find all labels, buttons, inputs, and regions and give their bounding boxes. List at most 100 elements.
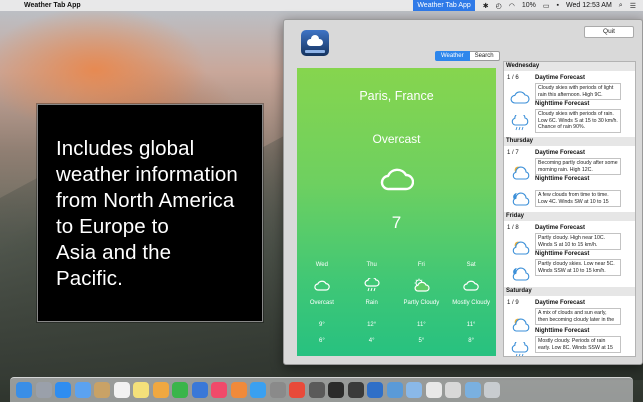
forecast-day: 1 / 9 Daytime Forecast A mix of clouds a… [504, 296, 635, 356]
daytime-title: Daytime Forecast [535, 300, 586, 306]
forecast-day: 1 / 6 Daytime Forecast Cloudy skies with… [504, 71, 635, 137]
forecast-day: 1 / 8 Daytime Forecast Partly cloudy. Hi… [504, 221, 635, 287]
folder-icon[interactable] [406, 382, 422, 398]
spotlight-icon[interactable]: ⌕ [619, 2, 623, 10]
cloud-icon [314, 280, 330, 291]
finder-icon[interactable] [16, 382, 32, 398]
weather-tab-icon[interactable] [367, 382, 383, 398]
day-high: 11° [466, 322, 476, 328]
nighttime-text: A few clouds from time to time. Low 4C. … [535, 190, 621, 208]
partly-cloudy-icon [512, 166, 530, 180]
keynote-icon[interactable] [191, 382, 208, 398]
battery-percent[interactable]: 10% [522, 2, 536, 9]
promo-banner: Includes global weather information from… [37, 104, 263, 322]
calendar-icon[interactable] [113, 382, 130, 398]
flag-icon[interactable]: ▪ [557, 2, 559, 9]
day-column: Thu Rain 12° 4° [347, 262, 397, 344]
weather-app-icon [301, 30, 329, 56]
mail-icon[interactable] [74, 382, 91, 398]
day-high: 9° [319, 322, 325, 328]
music-icon[interactable] [211, 382, 227, 398]
cloud-icon [463, 280, 479, 291]
forecast-date: 1 / 8 [507, 225, 519, 231]
forecast-day-header: Friday [504, 212, 635, 221]
notes-icon[interactable] [133, 382, 149, 398]
day-condition: Partly Cloudy [403, 300, 440, 306]
forecast-day: 1 / 7 Daytime Forecast Becoming partly c… [504, 146, 635, 212]
nighttime-title: Nighttime Forecast [535, 176, 590, 182]
app-menu-name[interactable]: Weather Tab App [24, 2, 81, 9]
day-low: 4° [368, 338, 375, 344]
promo-text: Includes global weather information from… [56, 137, 238, 290]
daytime-title: Daytime Forecast [535, 150, 586, 156]
nighttime-text: Partly cloudy skies. Low near 5C. Winds … [535, 259, 621, 277]
daytime-text: A mix of clouds and sun early, then beco… [535, 308, 621, 326]
wifi-icon[interactable]: ◠ [509, 2, 515, 10]
day-name: Sat [466, 262, 476, 268]
clock[interactable]: Wed 12:53 AM [566, 2, 612, 9]
screenshot-icon[interactable] [445, 382, 461, 398]
forecast-date: 1 / 6 [507, 75, 519, 81]
forecast-list[interactable]: Wednesday 1 / 6 Daytime Forecast Cloudy … [503, 61, 636, 357]
battery-icon[interactable]: ▭ [543, 2, 550, 10]
tab-weather[interactable]: Weather [435, 51, 470, 61]
nighttime-text: Mostly cloudy. Periods of rain early. Lo… [535, 336, 621, 354]
document-icon[interactable] [425, 382, 442, 398]
terminal-icon[interactable] [328, 382, 344, 398]
ftp-icon[interactable] [308, 382, 325, 398]
daytime-title: Daytime Forecast [535, 75, 586, 81]
daytime-title: Daytime Forecast [535, 225, 586, 231]
activity-monitor-icon[interactable] [347, 382, 364, 398]
daily-strip: Wed Overcast 9° 6° Thu Rain 12° 4° Fri P… [297, 262, 496, 344]
rain-icon [511, 342, 529, 356]
day-condition: Overcast [309, 300, 334, 306]
day-name: Fri [417, 262, 425, 268]
photos-icon[interactable] [152, 382, 169, 398]
quit-button[interactable]: Quit [584, 26, 634, 38]
notification-center-icon[interactable]: ☰ [630, 2, 636, 10]
day-low: 5° [418, 338, 425, 344]
partly-cloudy-night-icon [512, 192, 530, 206]
forecast-day-header: Thursday [504, 137, 635, 146]
city-name: Paris, France [359, 89, 434, 103]
daytime-text: Partly cloudy. High near 10C. Winds S at… [535, 233, 621, 251]
safari-icon[interactable] [55, 382, 71, 398]
numbers-icon[interactable] [172, 382, 188, 398]
tab-search[interactable]: Search [469, 51, 500, 61]
nighttime-title: Nighttime Forecast [535, 101, 590, 107]
forecast-date: 1 / 9 [507, 300, 519, 306]
day-name: Thu [366, 262, 377, 268]
weather-tray-button[interactable]: Weather Tab App [413, 0, 475, 11]
day-high: 12° [367, 322, 377, 328]
time-machine-icon[interactable]: ◴ [496, 2, 502, 10]
preferences-icon[interactable] [269, 382, 286, 398]
nighttime-title: Nighttime Forecast [535, 251, 590, 257]
day-low: 8° [468, 338, 474, 344]
day-low: 6° [319, 338, 325, 344]
daytime-text: Cloudy skies with periods of light rain … [535, 83, 621, 101]
forecast-day-header: Wednesday [504, 62, 635, 71]
books-icon[interactable] [230, 382, 247, 398]
weather-panel: Quit Weather Search Paris, France Overca… [283, 19, 643, 365]
partly-cloudy-icon [512, 318, 530, 332]
day-column: Wed Overcast 9° 6° [297, 262, 347, 344]
tab-bar: Weather Search [435, 51, 500, 61]
dock [10, 377, 633, 402]
cloud-icon [380, 168, 414, 191]
current-condition: Overcast [372, 132, 421, 146]
chrome-icon[interactable] [289, 382, 305, 398]
appstore-icon[interactable] [250, 382, 266, 398]
forecast-day-header: Saturday [504, 287, 635, 296]
menu-bar: Weather Tab App Weather Tab App ✱ ◴ ◠ 10… [0, 0, 643, 11]
nighttime-title: Nighttime Forecast [535, 328, 590, 334]
launchpad-icon[interactable] [35, 382, 52, 398]
day-condition: Mostly Cloudy [452, 300, 490, 306]
partly-cloudy-icon [512, 241, 530, 255]
preview-icon[interactable] [386, 382, 403, 398]
bluetooth-icon[interactable]: ✱ [483, 2, 489, 10]
day-column: Fri Partly Cloudy 11° 5° [397, 262, 447, 344]
trash-icon[interactable] [484, 382, 500, 398]
current-temperature: 7 [391, 213, 402, 232]
downloads-icon[interactable] [464, 382, 481, 398]
contacts-icon[interactable] [94, 382, 110, 398]
